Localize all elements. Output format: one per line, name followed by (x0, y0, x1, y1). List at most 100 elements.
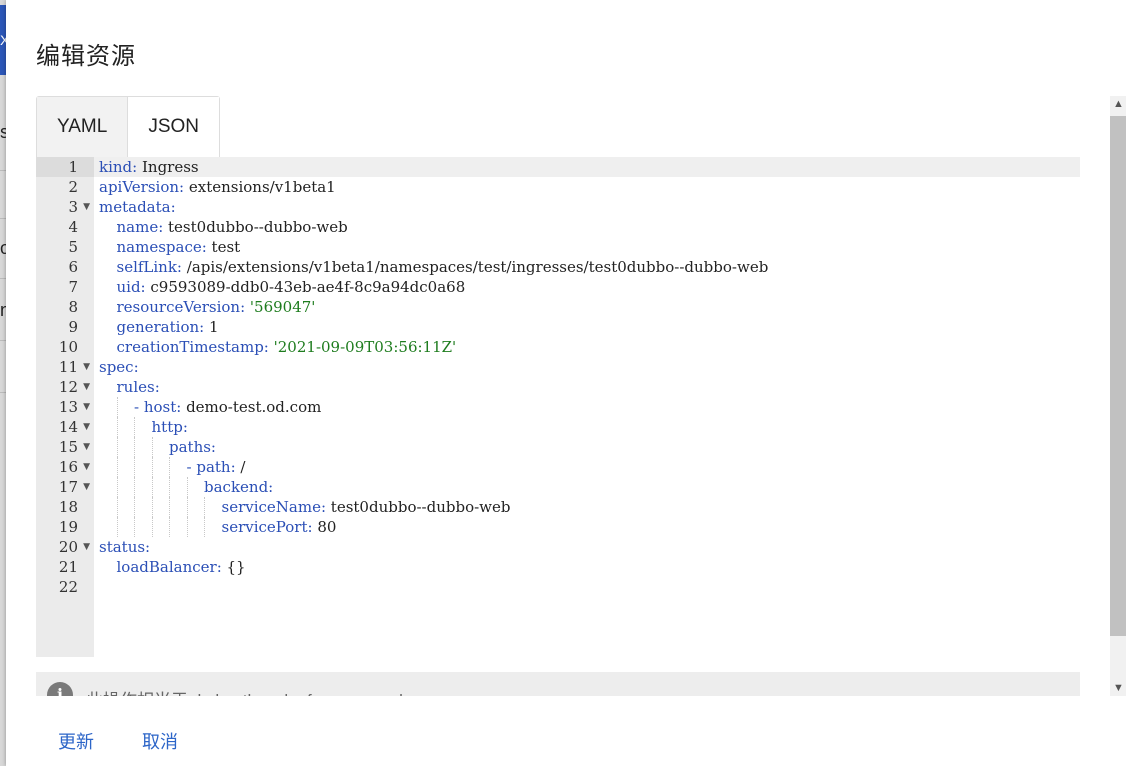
fold-toggle-icon[interactable]: ▼ (83, 357, 90, 377)
dialog-actions: 更新 取消 (58, 728, 178, 754)
yaml-key: paths: (169, 438, 216, 456)
indent-guide (116, 497, 118, 517)
indent-guide (116, 417, 118, 437)
code-line[interactable]: kind: Ingress (94, 157, 1080, 177)
yaml-value: test0dubbo--dubbo-web (330, 498, 511, 516)
line-number-text: 6 (68, 258, 78, 276)
yaml-key: status: (99, 538, 151, 556)
code-content[interactable]: kind: Ingress apiVersion: extensions/v1be… (94, 157, 1080, 657)
indent-guide (134, 517, 135, 537)
indent-guide (169, 477, 170, 497)
line-number-text: 18 (58, 498, 78, 516)
indent-guide (169, 497, 170, 517)
code-line-text: paths: (169, 437, 216, 457)
fold-toggle-icon[interactable]: ▼ (83, 397, 90, 417)
code-line[interactable]: uid: c9593089-ddb0-43eb-ae4f-8c9a94dc0a6… (94, 277, 1080, 297)
yaml-key: creationTimestamp: (116, 338, 274, 356)
line-number-text: 10 (58, 338, 78, 356)
code-line[interactable]: rules: (94, 377, 1080, 397)
code-line[interactable]: spec: (94, 357, 1080, 377)
line-number: 1 (36, 157, 94, 177)
code-line[interactable]: name: test0dubbo--dubbo-web (94, 217, 1080, 237)
yaml-key: servicePort: (221, 518, 318, 536)
yaml-key: metadata: (99, 198, 176, 216)
fold-toggle-icon[interactable]: ▼ (83, 537, 90, 557)
yaml-key: http: (151, 418, 188, 436)
code-line-text: backend: (204, 477, 273, 497)
line-number: 9 (36, 317, 94, 337)
code-line-text: uid: c9593089-ddb0-43eb-ae4f-8c9a94dc0a6… (117, 277, 466, 297)
yaml-value: test0dubbo--dubbo-web (168, 218, 348, 236)
tab-json[interactable]: JSON (127, 97, 220, 157)
code-line[interactable]: status: (94, 537, 1080, 557)
code-line[interactable] (94, 577, 1080, 597)
code-line[interactable]: - path: / (94, 457, 1080, 477)
code-editor[interactable]: 1 2 3 ▼ 4 5 6 7 8 9 10 11 ▼ 12 ▼ 13 ▼ 14 ▼ 15 ▼ 16 ▼ 17 ▼ 18 19 20 ▼… (36, 157, 1080, 657)
cancel-button[interactable]: 取消 (142, 728, 178, 754)
indent-guide (134, 437, 135, 457)
editor-scrollbar[interactable]: ▲ ▼ (1110, 96, 1126, 696)
indent-guide (116, 477, 118, 497)
fold-toggle-icon[interactable]: ▼ (83, 197, 90, 217)
line-number: 2 (36, 177, 94, 197)
code-line[interactable]: resourceVersion: '569047' (94, 297, 1080, 317)
indent-guide (116, 397, 118, 417)
fold-toggle-icon[interactable]: ▼ (83, 377, 90, 397)
indent-guide (186, 517, 188, 537)
code-line[interactable]: namespace: test (94, 237, 1080, 257)
indent-guide (151, 457, 153, 477)
tab-yaml[interactable]: YAML (37, 97, 128, 157)
code-line[interactable]: - host: demo-test.od.com (94, 397, 1080, 417)
line-number: 6 (36, 257, 94, 277)
code-line[interactable]: servicePort: 80 (94, 517, 1080, 537)
code-line[interactable]: http: (94, 417, 1080, 437)
code-line[interactable]: selfLink: /apis/extensions/v1beta1/names… (94, 257, 1080, 277)
scrollbar-thumb[interactable] (1110, 116, 1126, 636)
line-number-text: 22 (58, 578, 78, 596)
code-line[interactable]: creationTimestamp: '2021-09-09T03:56:11Z… (94, 337, 1080, 357)
yaml-value: 80 (317, 518, 337, 536)
line-number-text: 21 (58, 558, 78, 576)
yaml-value: c9593089-ddb0-43eb-ae4f-8c9a94dc0a68 (150, 278, 466, 296)
line-number: 13 ▼ (36, 397, 94, 417)
indent-guide (116, 437, 118, 457)
code-line[interactable]: loadBalancer: {} (94, 557, 1080, 577)
code-line-text: apiVersion: extensions/v1beta1 (99, 177, 336, 197)
yaml-key: name: (116, 218, 169, 236)
code-line[interactable]: backend: (94, 477, 1080, 497)
code-line[interactable]: apiVersion: extensions/v1beta1 (94, 177, 1080, 197)
indent-guide (151, 517, 153, 537)
info-icon: i (47, 682, 73, 696)
code-line-text: servicePort: 80 (222, 517, 337, 537)
indent-guide (186, 497, 188, 517)
yaml-key: backend: (204, 478, 274, 496)
yaml-value: demo-test.od.com (186, 398, 322, 416)
yaml-value: {} (226, 558, 246, 576)
scroll-up-icon[interactable]: ▲ (1113, 98, 1124, 110)
fold-toggle-icon[interactable]: ▼ (83, 437, 90, 457)
code-line[interactable]: serviceName: test0dubbo--dubbo-web (94, 497, 1080, 517)
command-notice: i 此操作相当于: kubectl apply -f <spec.yaml> (36, 672, 1080, 696)
fold-toggle-icon[interactable]: ▼ (83, 417, 90, 437)
line-number-text: 19 (58, 518, 78, 536)
line-number: 16 ▼ (36, 457, 94, 477)
code-line-text: http: (152, 417, 188, 437)
code-line-text: spec: (99, 357, 139, 377)
line-number: 3 ▼ (36, 197, 94, 217)
line-number: 17 ▼ (36, 477, 94, 497)
line-number-gutter: 1 2 3 ▼ 4 5 6 7 8 9 10 11 ▼ 12 ▼ 13 ▼ 14 ▼ 15 ▼ 16 ▼ 17 ▼ 18 19 20 ▼… (36, 157, 94, 657)
yaml-key: namespace: (116, 238, 212, 256)
update-button[interactable]: 更新 (58, 728, 94, 754)
line-number-text: 8 (68, 298, 78, 316)
edit-resource-dialog: 编辑资源 YAML JSON 1 2 3 ▼ 4 5 6 7 8 9 10 11 ▼ 12 ▼ 13 ▼ 14 ▼ 1… (6, 0, 1126, 766)
code-line[interactable]: metadata: (94, 197, 1080, 217)
indent-guide (134, 417, 135, 437)
code-line[interactable]: paths: (94, 437, 1080, 457)
fold-toggle-icon[interactable]: ▼ (83, 457, 90, 477)
yaml-key: loadBalancer: (116, 558, 227, 576)
scroll-down-icon[interactable]: ▼ (1113, 682, 1124, 694)
fold-toggle-icon[interactable]: ▼ (83, 477, 90, 497)
code-line-text: - host: demo-test.od.com (134, 397, 321, 417)
indent-guide (134, 477, 135, 497)
code-line[interactable]: generation: 1 (94, 317, 1080, 337)
